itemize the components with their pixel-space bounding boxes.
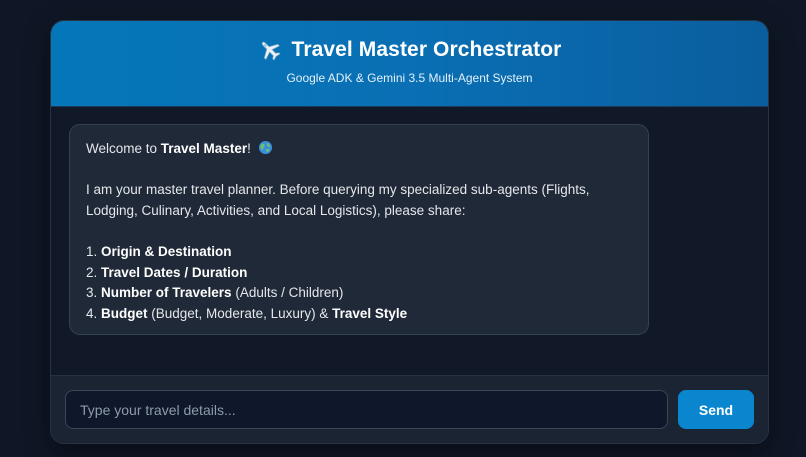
chat-window: Travel Master Orchestrator Google ADK & … xyxy=(50,20,769,444)
airplane-icon xyxy=(258,38,282,62)
list-item: 1. Origin & Destination xyxy=(86,242,632,263)
welcome-name: Travel Master xyxy=(160,141,248,156)
list-item-number: 4. xyxy=(86,305,102,321)
intro-line-1: I am your master travel planner. Before … xyxy=(86,182,590,198)
globe-icon xyxy=(258,140,273,162)
list-item-bold-2: Travel Style xyxy=(332,305,408,321)
title-row: Travel Master Orchestrator xyxy=(258,38,562,62)
intro-line-2: Lodging, Culinary, Activities, and Local… xyxy=(86,202,466,218)
list-item-number: 2. xyxy=(86,264,102,280)
list-item-rest: (Adults / Children) xyxy=(231,285,344,301)
assistant-message: Welcome to Travel Master! I am your mast… xyxy=(69,124,649,335)
list-item-bold: Number of Travelers xyxy=(101,285,232,301)
list-item-number: 1. xyxy=(86,243,102,259)
app-header: Travel Master Orchestrator Google ADK & … xyxy=(51,21,768,107)
list-item-number: 3. xyxy=(86,285,102,301)
list-item-bold: Origin & Destination xyxy=(101,243,232,259)
list-item-bold: Travel Dates / Duration xyxy=(101,264,248,280)
chat-area: Welcome to Travel Master! I am your mast… xyxy=(51,107,768,377)
composer-bar: Send xyxy=(51,375,768,443)
welcome-suffix: ! xyxy=(247,141,251,156)
send-button[interactable]: Send xyxy=(678,390,754,429)
list-item: 3. Number of Travelers (Adults / Childre… xyxy=(86,283,632,304)
welcome-prefix: Welcome to xyxy=(86,141,161,156)
list-item-rest: (Budget, Moderate, Luxury) & xyxy=(147,305,333,321)
app-title: Travel Master Orchestrator xyxy=(291,38,562,61)
message-input[interactable] xyxy=(65,390,668,429)
welcome-line: Welcome to Travel Master! xyxy=(86,139,632,160)
list-item: 2. Travel Dates / Duration xyxy=(86,263,632,284)
list-item-bold: Budget xyxy=(101,305,148,321)
list-item: 4. Budget (Budget, Moderate, Luxury) & T… xyxy=(86,304,632,325)
app-subtitle: Google ADK & Gemini 3.5 Multi-Agent Syst… xyxy=(286,71,533,85)
